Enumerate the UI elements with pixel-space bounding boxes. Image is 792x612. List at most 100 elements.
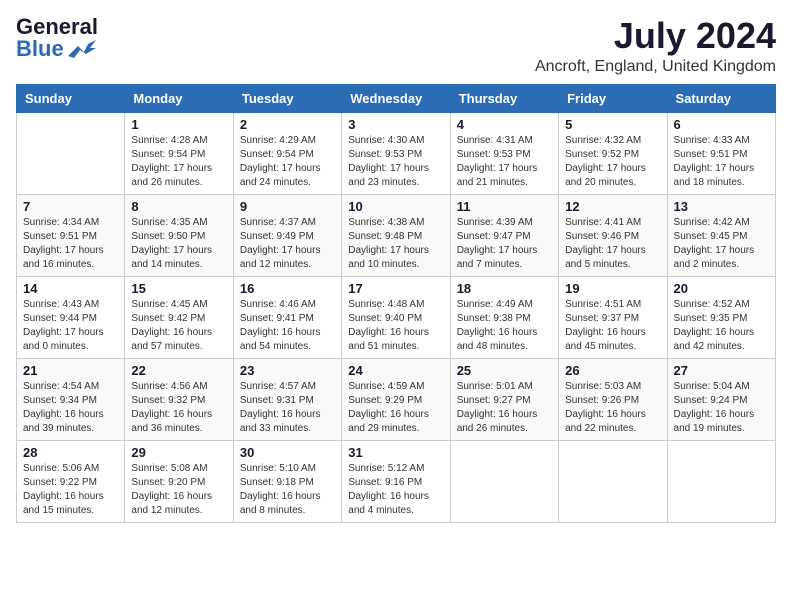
day-number: 13 xyxy=(674,199,769,214)
day-number: 3 xyxy=(348,117,443,132)
weekday-header-thursday: Thursday xyxy=(450,84,558,112)
calendar-cell: 28 Sunrise: 5:06 AM Sunset: 9:22 PM Dayli… xyxy=(17,440,125,522)
calendar-cell: 26 Sunrise: 5:03 AM Sunset: 9:26 PM Dayli… xyxy=(559,358,667,440)
day-number: 29 xyxy=(131,445,226,460)
day-info: Sunrise: 4:54 AM Sunset: 9:34 PM Dayligh… xyxy=(23,380,118,436)
day-info: Sunrise: 4:37 AM Sunset: 9:49 PM Dayligh… xyxy=(240,216,335,272)
day-number: 26 xyxy=(565,363,660,378)
day-number: 18 xyxy=(457,281,552,296)
weekday-header-monday: Monday xyxy=(125,84,233,112)
day-number: 9 xyxy=(240,199,335,214)
day-number: 30 xyxy=(240,445,335,460)
day-number: 7 xyxy=(23,199,118,214)
weekday-header-tuesday: Tuesday xyxy=(233,84,341,112)
day-info: Sunrise: 4:34 AM Sunset: 9:51 PM Dayligh… xyxy=(23,216,118,272)
calendar-cell: 20Sunrise: 4:52 AM Sunset: 9:35 PM Dayli… xyxy=(667,276,775,358)
calendar-week-row: 1 Sunrise: 4:28 AM Sunset: 9:54 PM Daylig… xyxy=(17,112,776,194)
calendar-cell: 18 Sunrise: 4:49 AM Sunset: 9:38 PM Dayli… xyxy=(450,276,558,358)
calendar-cell: 4 Sunrise: 4:31 AM Sunset: 9:53 PM Daylig… xyxy=(450,112,558,194)
day-info: Sunrise: 4:43 AM Sunset: 9:44 PM Dayligh… xyxy=(23,298,118,354)
day-info: Sunrise: 4:56 AM Sunset: 9:32 PM Dayligh… xyxy=(131,380,226,436)
day-number: 17 xyxy=(348,281,443,296)
day-number: 25 xyxy=(457,363,552,378)
day-info: Sunrise: 4:52 AM Sunset: 9:35 PM Dayligh… xyxy=(674,298,769,354)
day-number: 4 xyxy=(457,117,552,132)
day-number: 24 xyxy=(348,363,443,378)
page-header: General Blue July 2024 Ancroft, England,… xyxy=(16,16,776,76)
calendar-cell: 17 Sunrise: 4:48 AM Sunset: 9:40 PM Dayli… xyxy=(342,276,450,358)
calendar-cell xyxy=(667,440,775,522)
day-number: 15 xyxy=(131,281,226,296)
calendar-cell: 15 Sunrise: 4:45 AM Sunset: 9:42 PM Dayli… xyxy=(125,276,233,358)
calendar-cell: 14 Sunrise: 4:43 AM Sunset: 9:44 PM Dayli… xyxy=(17,276,125,358)
day-info: Sunrise: 4:48 AM Sunset: 9:40 PM Dayligh… xyxy=(348,298,443,354)
weekday-header-sunday: Sunday xyxy=(17,84,125,112)
calendar-cell xyxy=(450,440,558,522)
day-number: 12 xyxy=(565,199,660,214)
calendar-cell: 29Sunrise: 5:08 AM Sunset: 9:20 PM Dayli… xyxy=(125,440,233,522)
weekday-header-saturday: Saturday xyxy=(667,84,775,112)
day-info: Sunrise: 4:57 AM Sunset: 9:31 PM Dayligh… xyxy=(240,380,335,436)
day-info: Sunrise: 5:06 AM Sunset: 9:22 PM Dayligh… xyxy=(23,462,118,518)
calendar-cell: 2 Sunrise: 4:29 AM Sunset: 9:54 PM Daylig… xyxy=(233,112,341,194)
day-info: Sunrise: 4:38 AM Sunset: 9:48 PM Dayligh… xyxy=(348,216,443,272)
weekday-header-friday: Friday xyxy=(559,84,667,112)
day-info: Sunrise: 5:03 AM Sunset: 9:26 PM Dayligh… xyxy=(565,380,660,436)
day-info: Sunrise: 4:41 AM Sunset: 9:46 PM Dayligh… xyxy=(565,216,660,272)
day-number: 2 xyxy=(240,117,335,132)
logo: General Blue xyxy=(16,16,98,60)
calendar-cell: 3Sunrise: 4:30 AM Sunset: 9:53 PM Daylig… xyxy=(342,112,450,194)
calendar-cell: 21 Sunrise: 4:54 AM Sunset: 9:34 PM Dayli… xyxy=(17,358,125,440)
calendar-cell xyxy=(559,440,667,522)
day-number: 27 xyxy=(674,363,769,378)
day-info: Sunrise: 4:29 AM Sunset: 9:54 PM Dayligh… xyxy=(240,134,335,190)
logo-blue: Blue xyxy=(16,38,64,60)
day-info: Sunrise: 4:51 AM Sunset: 9:37 PM Dayligh… xyxy=(565,298,660,354)
calendar-cell: 16 Sunrise: 4:46 AM Sunset: 9:41 PM Dayli… xyxy=(233,276,341,358)
calendar-cell: 12 Sunrise: 4:41 AM Sunset: 9:46 PM Dayli… xyxy=(559,194,667,276)
logo-bird-icon xyxy=(68,38,96,60)
day-number: 16 xyxy=(240,281,335,296)
day-info: Sunrise: 4:31 AM Sunset: 9:53 PM Dayligh… xyxy=(457,134,552,190)
day-info: Sunrise: 4:33 AM Sunset: 9:51 PM Dayligh… xyxy=(674,134,769,190)
day-number: 11 xyxy=(457,199,552,214)
calendar-table: SundayMondayTuesdayWednesdayThursdayFrid… xyxy=(16,84,776,523)
calendar-cell: 7 Sunrise: 4:34 AM Sunset: 9:51 PM Daylig… xyxy=(17,194,125,276)
day-number: 14 xyxy=(23,281,118,296)
calendar-cell: 22Sunrise: 4:56 AM Sunset: 9:32 PM Dayli… xyxy=(125,358,233,440)
day-number: 6 xyxy=(674,117,769,132)
day-number: 8 xyxy=(131,199,226,214)
weekday-header-row: SundayMondayTuesdayWednesdayThursdayFrid… xyxy=(17,84,776,112)
day-info: Sunrise: 4:45 AM Sunset: 9:42 PM Dayligh… xyxy=(131,298,226,354)
day-number: 19 xyxy=(565,281,660,296)
calendar-cell: 24 Sunrise: 4:59 AM Sunset: 9:29 PM Dayli… xyxy=(342,358,450,440)
weekday-header-wednesday: Wednesday xyxy=(342,84,450,112)
day-info: Sunrise: 4:49 AM Sunset: 9:38 PM Dayligh… xyxy=(457,298,552,354)
day-number: 1 xyxy=(131,117,226,132)
day-info: Sunrise: 4:28 AM Sunset: 9:54 PM Dayligh… xyxy=(131,134,226,190)
calendar-cell xyxy=(17,112,125,194)
day-info: Sunrise: 4:39 AM Sunset: 9:47 PM Dayligh… xyxy=(457,216,552,272)
calendar-cell: 10Sunrise: 4:38 AM Sunset: 9:48 PM Dayli… xyxy=(342,194,450,276)
day-info: Sunrise: 5:12 AM Sunset: 9:16 PM Dayligh… xyxy=(348,462,443,518)
day-info: Sunrise: 4:32 AM Sunset: 9:52 PM Dayligh… xyxy=(565,134,660,190)
calendar-cell: 1 Sunrise: 4:28 AM Sunset: 9:54 PM Daylig… xyxy=(125,112,233,194)
day-info: Sunrise: 4:46 AM Sunset: 9:41 PM Dayligh… xyxy=(240,298,335,354)
calendar-cell: 11 Sunrise: 4:39 AM Sunset: 9:47 PM Dayli… xyxy=(450,194,558,276)
day-info: Sunrise: 5:04 AM Sunset: 9:24 PM Dayligh… xyxy=(674,380,769,436)
month-title: July 2024 xyxy=(535,16,776,56)
calendar-cell: 19 Sunrise: 4:51 AM Sunset: 9:37 PM Dayli… xyxy=(559,276,667,358)
day-info: Sunrise: 4:59 AM Sunset: 9:29 PM Dayligh… xyxy=(348,380,443,436)
calendar-week-row: 7 Sunrise: 4:34 AM Sunset: 9:51 PM Daylig… xyxy=(17,194,776,276)
calendar-cell: 31 Sunrise: 5:12 AM Sunset: 9:16 PM Dayli… xyxy=(342,440,450,522)
calendar-cell: 23Sunrise: 4:57 AM Sunset: 9:31 PM Dayli… xyxy=(233,358,341,440)
location-title: Ancroft, England, United Kingdom xyxy=(535,58,776,76)
day-number: 21 xyxy=(23,363,118,378)
day-info: Sunrise: 5:10 AM Sunset: 9:18 PM Dayligh… xyxy=(240,462,335,518)
calendar-cell: 6 Sunrise: 4:33 AM Sunset: 9:51 PM Daylig… xyxy=(667,112,775,194)
calendar-cell: 30 Sunrise: 5:10 AM Sunset: 9:18 PM Dayli… xyxy=(233,440,341,522)
day-info: Sunrise: 5:01 AM Sunset: 9:27 PM Dayligh… xyxy=(457,380,552,436)
day-number: 31 xyxy=(348,445,443,460)
day-number: 5 xyxy=(565,117,660,132)
day-number: 28 xyxy=(23,445,118,460)
